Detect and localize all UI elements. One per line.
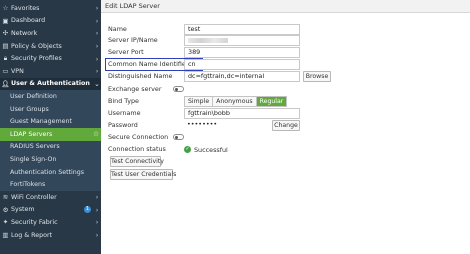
sidebar-item-vpn[interactable]: ▭ VPN › [0, 65, 101, 78]
password-label: Password [108, 121, 138, 129]
bind-option-anonymous[interactable]: Anonymous [213, 97, 257, 106]
sidebar: ☆ Favorites › ▣ Dashboard › ✣ Network › … [0, 0, 101, 254]
chevron-right-icon: › [95, 193, 99, 202]
policy-icon: ▤ [2, 42, 9, 51]
bind-type-label: Bind Type [108, 97, 139, 105]
cn-field[interactable]: cn [184, 59, 300, 70]
dn-label: Distinguished Name [108, 72, 173, 80]
sidebar-item-dashboard[interactable]: ▣ Dashboard › [0, 15, 101, 28]
sidebar-item-guest-management[interactable]: Guest Management [0, 115, 101, 128]
sidebar-item-favorites[interactable]: ☆ Favorites › [0, 2, 101, 15]
sidebar-item-system[interactable]: ⚙ System 1 › [0, 204, 101, 217]
sidebar-item-label: RADIUS Servers [10, 143, 60, 151]
chevron-right-icon: › [95, 231, 99, 240]
secure-connection-label: Secure Connection [108, 133, 169, 141]
chevron-right-icon: › [95, 67, 99, 76]
connection-status-value: Successful [194, 145, 228, 154]
server-ip-field[interactable] [184, 35, 300, 46]
dn-field[interactable]: dc=fgttrain,dc=internal [184, 71, 300, 82]
exchange-label: Exchange server [108, 85, 162, 93]
sidebar-item-label: User & Authentication [11, 80, 90, 88]
chevron-right-icon: › [95, 54, 99, 63]
bind-option-regular[interactable]: Regular [256, 97, 287, 106]
server-port-field[interactable]: 389 [184, 47, 300, 58]
sidebar-item-label: Policy & Objects [11, 42, 62, 50]
chevron-right-icon: › [95, 218, 99, 227]
sidebar-item-label: System [11, 206, 35, 214]
sidebar-item-user-groups[interactable]: User Groups [0, 102, 101, 116]
main-panel: Edit LDAP Server Name test Server IP/Nam… [101, 0, 470, 254]
page-title: Edit LDAP Server [101, 0, 470, 13]
chevron-right-icon: › [95, 4, 99, 13]
sidebar-item-wifi-controller[interactable]: ≋ WiFi Controller › [0, 191, 101, 204]
sidebar-item-label: Network [11, 29, 38, 37]
sidebar-item-label: Single Sign-On [10, 155, 57, 163]
test-connectivity-button[interactable]: Test Connectivity [110, 156, 164, 167]
sidebar-item-security-profiles[interactable]: 🔒︎ Security Profiles › [0, 52, 101, 65]
sidebar-item-single-sign-on[interactable]: Single Sign-On [0, 153, 101, 166]
check-circle-icon: ✓ [184, 146, 191, 153]
sidebar-item-label: VPN [11, 67, 24, 75]
sidebar-item-label: LDAP Servers [10, 130, 53, 138]
sidebar-item-label: Dashboard [11, 17, 46, 25]
favorite-star-icon[interactable]: ☆ [91, 130, 101, 138]
sidebar-item-network[interactable]: ✣ Network › [0, 27, 101, 40]
sidebar-item-policy-objects[interactable]: ▤ Policy & Objects › [0, 40, 101, 53]
cn-label: Common Name Identifier [108, 60, 189, 68]
network-icon: ✣ [2, 29, 9, 38]
wifi-icon: ≋ [2, 193, 9, 202]
name-label: Name [108, 25, 127, 33]
vpn-icon: ▭ [2, 67, 9, 76]
exchange-toggle[interactable] [173, 86, 184, 92]
chevron-right-icon: › [95, 205, 99, 214]
server-ip-label: Server IP/Name [108, 36, 158, 44]
connection-status-label: Connection status [108, 145, 166, 153]
bind-option-simple[interactable]: Simple [185, 97, 214, 106]
redacted-value [188, 38, 228, 43]
password-field[interactable]: •••••••• [184, 120, 271, 131]
user-icon: 👤︎ [1, 79, 10, 88]
sidebar-item-label: Log & Report [11, 231, 53, 239]
username-field[interactable]: fgttrain\bobb [184, 108, 300, 119]
sidebar-item-label: Security Profiles [11, 55, 62, 63]
notification-badge: 1 [84, 206, 91, 214]
name-field[interactable]: test [184, 24, 300, 35]
chevron-down-icon: ⌄ [94, 79, 100, 88]
gear-icon: ⚙ [2, 205, 9, 214]
sidebar-item-label: FortiTokens [10, 181, 46, 189]
server-port-label: Server Port [108, 48, 144, 56]
fabric-icon: ✦ [2, 218, 9, 227]
test-user-credentials-button[interactable]: Test User Credentials [110, 169, 176, 180]
change-password-button[interactable]: Change [272, 120, 300, 131]
sidebar-item-user-authentication[interactable]: 👤︎ User & Authentication ⌄ [0, 77, 101, 91]
secure-connection-toggle[interactable] [173, 134, 184, 140]
sidebar-item-label: User Groups [10, 105, 49, 113]
chevron-right-icon: › [95, 16, 99, 25]
sidebar-item-security-fabric[interactable]: ✦ Security Fabric › [0, 216, 101, 229]
username-label: Username [108, 109, 141, 117]
connection-status: ✓ Successful [184, 144, 228, 155]
sidebar-item-log-report[interactable]: ▥ Log & Report › [0, 229, 101, 242]
sidebar-item-ldap-servers[interactable]: LDAP Servers ☆ [0, 128, 101, 141]
dashboard-icon: ▣ [2, 16, 9, 25]
sidebar-item-authentication-settings[interactable]: Authentication Settings [0, 165, 101, 179]
sidebar-item-label: WiFi Controller [11, 193, 57, 201]
bind-type-selector: Simple Anonymous Regular [184, 96, 288, 107]
sidebar-item-radius-servers[interactable]: RADIUS Servers [0, 140, 101, 154]
browse-button[interactable]: Browse [303, 71, 331, 82]
sidebar-item-label: Authentication Settings [10, 168, 85, 176]
sidebar-item-label: User Definition [10, 92, 57, 100]
chevron-right-icon: › [95, 42, 99, 51]
star-icon: ☆ [2, 4, 9, 13]
chevron-right-icon: › [95, 29, 99, 38]
sidebar-item-label: Security Fabric [11, 218, 58, 226]
log-icon: ▥ [2, 231, 9, 240]
sidebar-item-label: Favorites [11, 4, 40, 12]
sidebar-item-user-definition[interactable]: User Definition [0, 90, 101, 103]
sidebar-item-label: Guest Management [10, 118, 72, 126]
lock-icon: 🔒︎ [3, 54, 8, 63]
sidebar-item-fortitokens[interactable]: FortiTokens [0, 178, 101, 191]
